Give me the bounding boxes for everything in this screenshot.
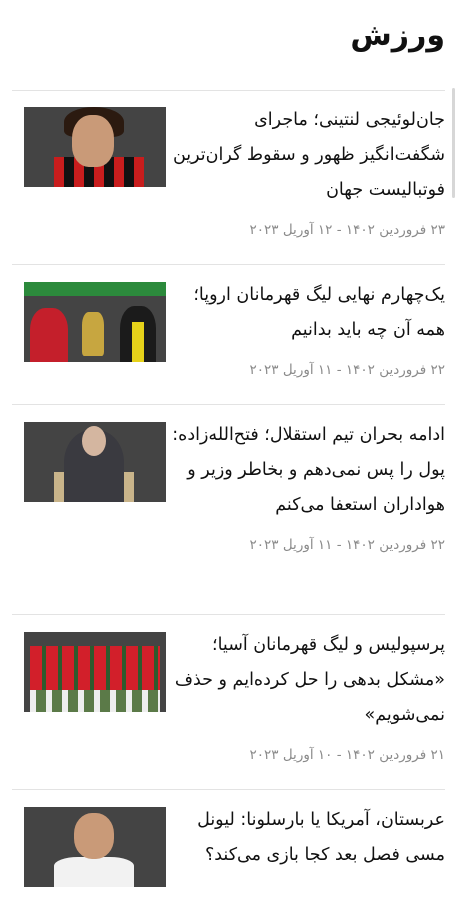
article-date: ۲۱ فروردین ۱۴۰۲ - ۱۰ آوریل ۲۰۲۳ bbox=[249, 747, 445, 763]
list-divider bbox=[12, 404, 445, 405]
article-thumbnail[interactable] bbox=[24, 632, 166, 712]
article-date: ۲۲ فروردین ۱۴۰۲ - ۱۱ آوریل ۲۰۲۳ bbox=[249, 537, 445, 553]
article-item[interactable]: پرسپولیس و لیگ قهرمانان آسیا؛ «مشکل بدهی… bbox=[12, 620, 445, 765]
list-divider bbox=[12, 614, 445, 615]
article-headline[interactable]: جان‌لوئیجی لنتینی؛ ماجرای شگفت‌انگیز ظهو… bbox=[166, 103, 445, 208]
article-item[interactable]: جان‌لوئیجی لنتینی؛ ماجرای شگفت‌انگیز ظهو… bbox=[12, 95, 445, 240]
article-thumbnail[interactable] bbox=[24, 107, 166, 187]
article-headline[interactable]: عربستان، آمریکا یا بارسلونا: لیونل مسی ف… bbox=[166, 803, 445, 873]
scrollbar[interactable] bbox=[452, 88, 455, 198]
article-item[interactable]: ادامه بحران تیم استقلال؛ فتح‌الله‌زاده: … bbox=[12, 410, 445, 555]
article-date: ۲۳ فروردین ۱۴۰۲ - ۱۲ آوریل ۲۰۲۳ bbox=[249, 222, 445, 238]
article-thumbnail[interactable] bbox=[24, 282, 166, 362]
article-headline[interactable]: ادامه بحران تیم استقلال؛ فتح‌الله‌زاده: … bbox=[166, 418, 445, 523]
article-headline[interactable]: یک‌چهارم نهایی لیگ قهرمانان اروپا؛ همه آ… bbox=[166, 278, 445, 348]
article-thumbnail[interactable] bbox=[24, 422, 166, 502]
article-date: ۲۲ فروردین ۱۴۰۲ - ۱۱ آوریل ۲۰۲۳ bbox=[249, 362, 445, 378]
section-divider bbox=[12, 90, 445, 91]
sport-news-page: ورزش جان‌لوئیجی لنتینی؛ ماجرای شگفت‌انگی… bbox=[0, 0, 457, 900]
list-divider bbox=[12, 264, 445, 265]
list-divider bbox=[12, 789, 445, 790]
section-title: ورزش bbox=[350, 18, 445, 53]
article-headline[interactable]: پرسپولیس و لیگ قهرمانان آسیا؛ «مشکل بدهی… bbox=[166, 628, 445, 733]
article-item[interactable]: یک‌چهارم نهایی لیگ قهرمانان اروپا؛ همه آ… bbox=[12, 270, 445, 380]
article-item[interactable]: عربستان، آمریکا یا بارسلونا: لیونل مسی ف… bbox=[12, 795, 445, 887]
article-thumbnail[interactable] bbox=[24, 807, 166, 887]
